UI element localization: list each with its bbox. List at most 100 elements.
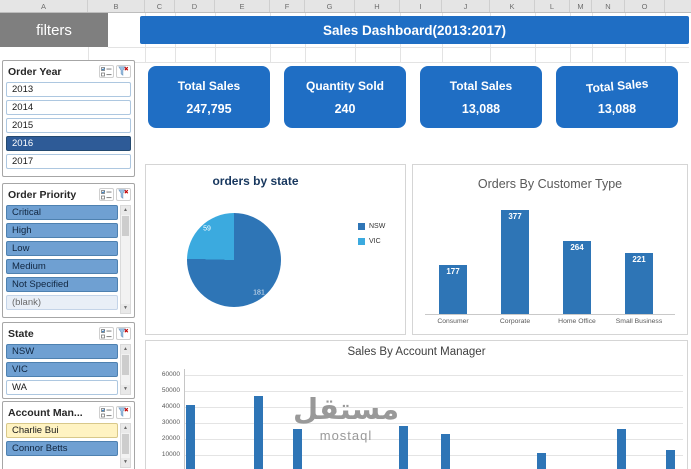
customer-type-bar [501, 210, 529, 314]
account-manager-bar [186, 405, 195, 469]
slicer-item-not-specified[interactable]: Not Specified [6, 277, 118, 292]
clear-filter-icon[interactable] [116, 327, 131, 340]
account-manager-bar [537, 453, 546, 469]
column-header-c[interactable]: C [145, 0, 175, 12]
slicer-item-2013[interactable]: 2013 [6, 82, 131, 97]
column-header-g[interactable]: G [305, 0, 355, 12]
slicer-item-low[interactable]: Low [6, 241, 118, 256]
column-header-a[interactable]: A [0, 0, 88, 12]
scroll-up-icon[interactable]: ▲ [121, 206, 130, 215]
kpi-card-total-sales-1: Total Sales 247,795 [148, 66, 270, 128]
orders-by-state-panel: orders by state 18159 NSWVIC [145, 164, 406, 335]
slicer-item-critical[interactable]: Critical [6, 205, 118, 220]
y-axis-label: 10000 [146, 451, 180, 458]
column-header-f[interactable]: F [270, 0, 305, 12]
clear-filter-icon[interactable] [116, 188, 131, 201]
clear-filter-icon[interactable] [116, 65, 131, 78]
slicer-title: State [8, 328, 97, 340]
orders-by-state-pie [187, 213, 281, 307]
bar-value-label: 377 [501, 212, 529, 221]
slicer-item-2016[interactable]: 2016 [6, 136, 131, 151]
kpi-value: 247,795 [186, 102, 231, 116]
slicer-item-2014[interactable]: 2014 [6, 100, 131, 115]
pie-legend: NSW VIC [358, 223, 385, 253]
scroll-down-icon[interactable]: ▼ [121, 458, 130, 467]
y-axis-label: 40000 [146, 403, 180, 410]
slicer-item-medium[interactable]: Medium [6, 259, 118, 274]
bar-value-label: 264 [563, 243, 591, 252]
chart-gridline [184, 391, 683, 392]
scrollbar-thumb[interactable] [122, 434, 129, 454]
column-header-d[interactable]: D [175, 0, 215, 12]
account-manager-bar [617, 429, 626, 469]
slicer-header: State [3, 323, 134, 342]
column-header-l[interactable]: L [535, 0, 570, 12]
slicer-scrollbar[interactable]: ▲▼ [120, 205, 131, 314]
column-header-j[interactable]: J [442, 0, 490, 12]
watermark-arabic: مستقل [291, 393, 401, 428]
kpi-value: 240 [335, 102, 356, 116]
orders-by-customer-type-panel: Orders By Customer Type 177Consumer377Co… [412, 164, 688, 335]
slicer-item-vic[interactable]: VIC [6, 362, 118, 377]
slicer-scrollbar[interactable]: ▲▼ [120, 423, 131, 468]
slicer-header: Account Man... [3, 402, 134, 421]
slicer-item-2015[interactable]: 2015 [6, 118, 131, 133]
column-header-b[interactable]: B [88, 0, 145, 12]
multi-select-icon[interactable] [99, 327, 114, 340]
slicer-title: Order Priority [8, 189, 97, 201]
y-axis-label: 30000 [146, 419, 180, 426]
scroll-up-icon[interactable]: ▲ [121, 345, 130, 354]
column-header-i[interactable]: I [400, 0, 442, 12]
slicer-order-year: Order Year20132014201520162017 [2, 60, 135, 177]
legend-swatch [358, 238, 365, 245]
legend-item: NSW [358, 223, 385, 230]
column-header-m[interactable]: M [570, 0, 592, 12]
scroll-up-icon[interactable]: ▲ [121, 424, 130, 433]
chart-gridline [184, 375, 683, 376]
legend-label: NSW [369, 223, 385, 230]
kpi-label: Total Sales [585, 76, 648, 95]
kpi-card-total-sales-2: Total Sales 13,088 [420, 66, 542, 128]
column-header-h[interactable]: H [355, 0, 400, 12]
bar-category-label: Home Office [546, 318, 608, 325]
account-manager-bar [441, 434, 450, 469]
y-axis-line [184, 369, 185, 469]
clear-filter-icon[interactable] [116, 406, 131, 419]
slicer-order-priority: Order Priority Critical High Low Medium Not S… [2, 183, 135, 318]
column-header-k[interactable]: K [490, 0, 535, 12]
excel-column-header-row: ABCDEFGHIJKLMNO [0, 0, 691, 13]
multi-select-icon[interactable] [99, 406, 114, 419]
bar-category-label: Corporate [484, 318, 546, 325]
bar-value-label: 221 [625, 255, 653, 264]
pie-chart-title: orders by state [146, 174, 365, 188]
slicer-item-wa[interactable]: WA [6, 380, 118, 395]
kpi-label: Quantity Sold [306, 79, 384, 93]
kpi-value: 13,088 [598, 102, 636, 116]
slicer-item-high[interactable]: High [6, 223, 118, 238]
column-header-o[interactable]: O [625, 0, 665, 12]
column-header-e[interactable]: E [215, 0, 270, 12]
bar-category-label: Small Business [608, 318, 670, 325]
slicer-account-man: Account Man...Charlie BuiConnor Betts▲▼ [2, 401, 135, 469]
slicer-item-2017[interactable]: 2017 [6, 154, 131, 169]
slicer-item-list: Charlie Bui Connor Betts [6, 423, 118, 468]
scroll-down-icon[interactable]: ▼ [121, 304, 130, 313]
multi-select-icon[interactable] [99, 65, 114, 78]
slicer-item-charlie-bui[interactable]: Charlie Bui [6, 423, 118, 438]
account-manager-chart: 100002000030000400005000060000 [146, 341, 687, 469]
slicer-item-blank[interactable]: (blank) [6, 295, 118, 310]
scroll-down-icon[interactable]: ▼ [121, 385, 130, 394]
slicer-scrollbar[interactable]: ▲▼ [120, 344, 131, 395]
legend-item: VIC [358, 238, 385, 245]
kpi-label: Total Sales [178, 79, 240, 93]
scrollbar-thumb[interactable] [122, 355, 129, 375]
slicer-item-nsw[interactable]: NSW [6, 344, 118, 359]
sales-by-account-manager-panel: Sales By Account Manager 100002000030000… [145, 340, 688, 469]
slicer-item-connor-betts[interactable]: Connor Betts [6, 441, 118, 456]
kpi-card-total-sales-3: Total Sales 13,088 [556, 66, 678, 128]
slicer-item-list: Critical High Low Medium Not Specified (blank… [6, 205, 118, 314]
multi-select-icon[interactable] [99, 188, 114, 201]
scrollbar-thumb[interactable] [122, 216, 129, 236]
pie-slice-label: 59 [203, 226, 211, 233]
column-header-n[interactable]: N [592, 0, 625, 12]
